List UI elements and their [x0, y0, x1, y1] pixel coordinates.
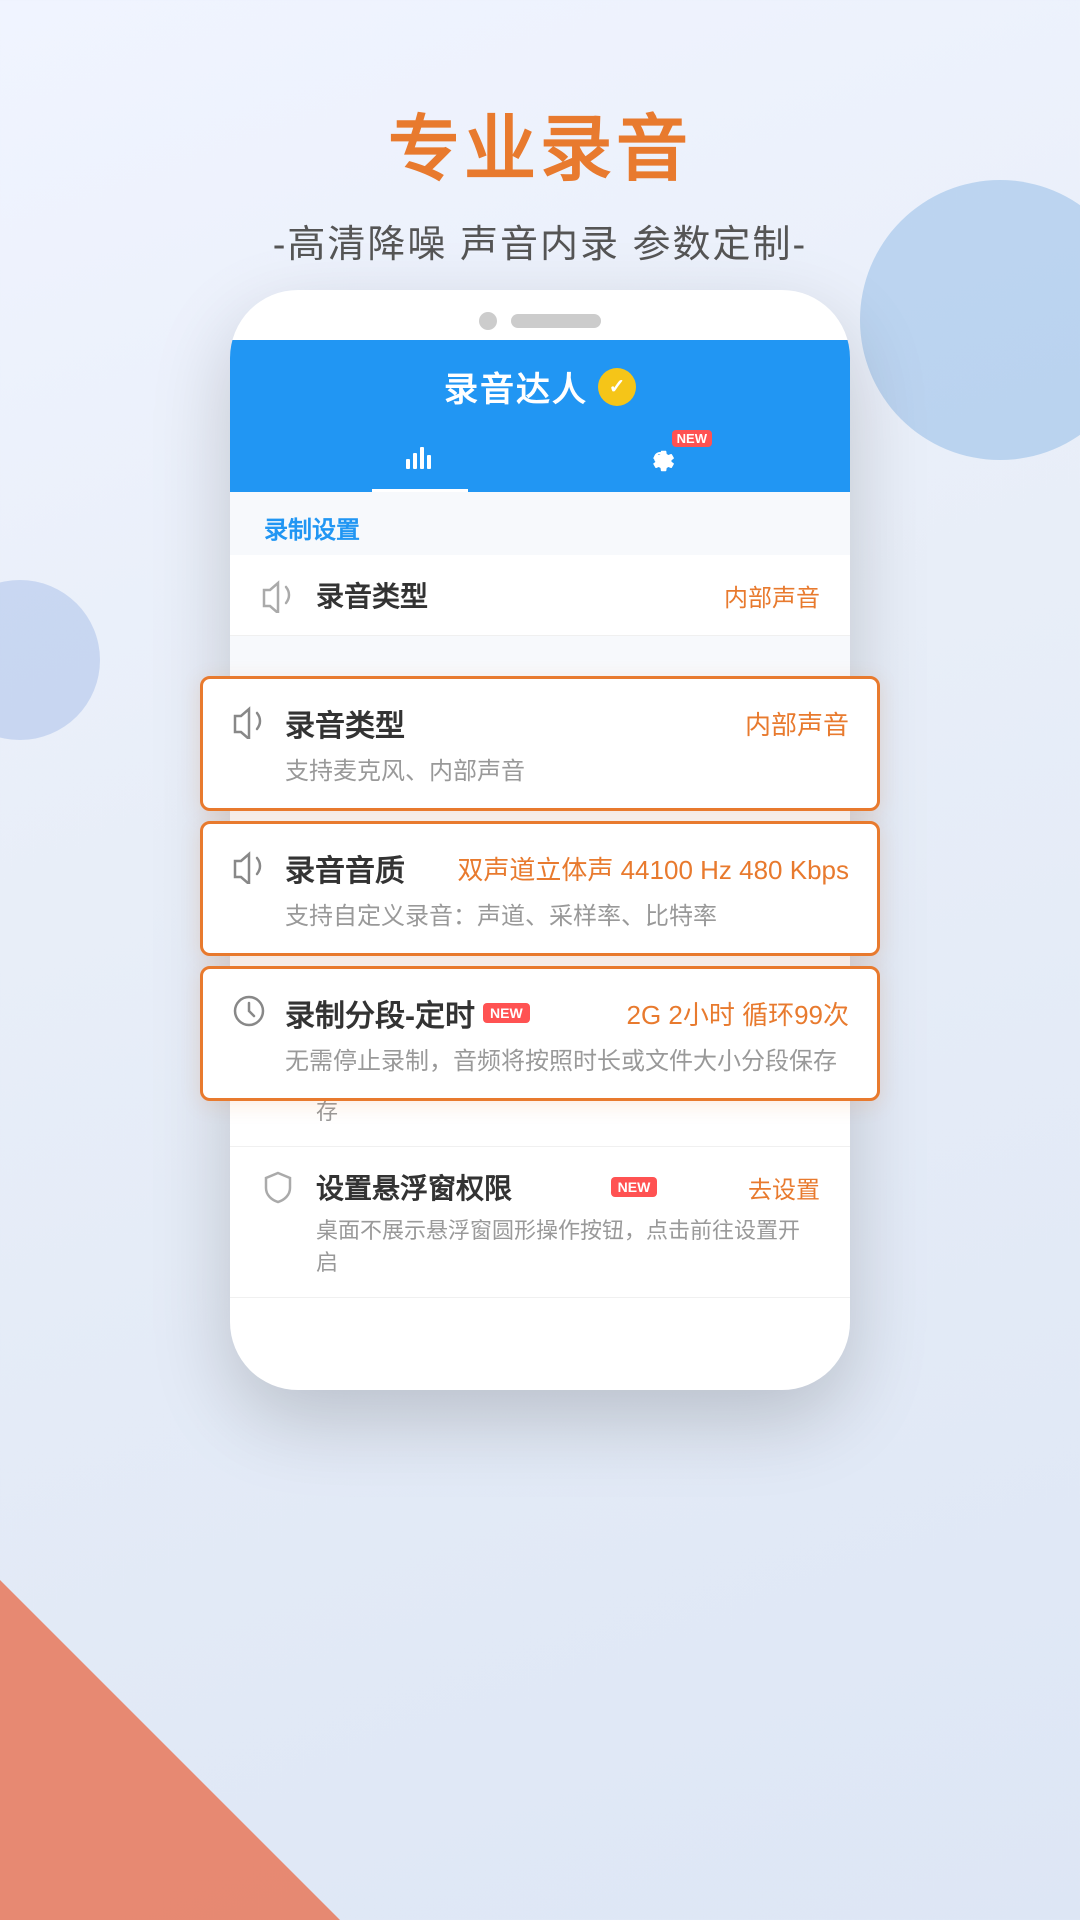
page-title: 专业录音: [0, 90, 1080, 195]
highlight-cards-overlay: 录音类型 内部声音 支持麦克风、内部声音 录音音质 双声道立体声 44100 H…: [200, 676, 880, 1111]
highlight-card-quality[interactable]: 录音音质 双声道立体声 44100 Hz 480 Kbps 支持自定义录音：声道…: [200, 821, 880, 956]
hl2-body: 录音音质 双声道立体声 44100 Hz 480 Kbps 支持自定义录音：声道…: [285, 846, 849, 931]
hl1-value: 内部声音: [745, 705, 849, 742]
speaker-icon-hl2: [231, 848, 267, 884]
section-title: 录制设置: [230, 492, 850, 555]
speaker-icon-hl1: [231, 703, 267, 739]
hl1-body: 录音类型 内部声音 支持麦克风、内部声音: [285, 701, 849, 786]
hl3-desc: 无需停止录制，音频将按照时长或文件大小分段保存: [285, 1041, 849, 1076]
hl2-title: 录音音质: [285, 846, 405, 890]
tab-settings[interactable]: NEW: [612, 430, 708, 492]
clock-icon-hl3: [231, 993, 267, 1029]
hl3-new-badge: NEW: [483, 1003, 530, 1023]
phone-mockup: 录音达人 ✓: [230, 290, 850, 1550]
hl1-desc: 支持麦克风、内部声音: [285, 751, 849, 786]
float-value: 去设置: [748, 1170, 820, 1205]
check-icon: ✓: [609, 374, 626, 399]
hl3-body: 录制分段-定时 NEW 2G 2小时 循环99次 无需停止录制，音频将按照时长或…: [285, 991, 849, 1076]
float-new-badge: NEW: [611, 1177, 658, 1197]
float-item-body: 设置悬浮窗权限 NEW 去设置 桌面不展示悬浮窗圆形操作按钮，点击前往设置开启: [316, 1167, 820, 1277]
hl3-value: 2G 2小时 循环99次: [626, 995, 849, 1032]
phone-notch: [230, 290, 850, 340]
settings-new-badge: NEW: [672, 430, 712, 447]
float-header-row: 设置悬浮窗权限 NEW 去设置: [316, 1167, 820, 1207]
shield-icon-float: [260, 1169, 296, 1205]
hl2-desc: 支持自定义录音：声道、采样率、比特率: [285, 896, 849, 931]
app-title: 录音达人: [444, 362, 588, 411]
bg-triangle: [0, 1580, 340, 1920]
float-title: 设置悬浮窗权限: [316, 1167, 512, 1207]
app-header: 录音达人 ✓: [230, 340, 850, 492]
app-nav: NEW: [260, 427, 820, 492]
tab-bars[interactable]: [372, 427, 468, 492]
float-desc: 桌面不展示悬浮窗圆形操作按钮，点击前往设置开启: [316, 1213, 820, 1277]
app-title-row: 录音达人 ✓: [260, 362, 820, 427]
hl3-header: 录制分段-定时 NEW 2G 2小时 循环99次: [285, 991, 849, 1035]
item-value-dim: 内部声音: [724, 578, 820, 613]
item-header-dim: 录音类型 内部声音: [316, 575, 820, 615]
notch-speaker: [511, 314, 601, 328]
hl3-title: 录制分段-定时: [285, 991, 475, 1035]
highlight-card-segment[interactable]: 录制分段-定时 NEW 2G 2小时 循环99次 无需停止录制，音频将按照时长或…: [200, 966, 880, 1101]
hl2-value: 双声道立体声 44100 Hz 480 Kbps: [457, 850, 849, 887]
hl1-header: 录音类型 内部声音: [285, 701, 849, 745]
highlight-card-type[interactable]: 录音类型 内部声音 支持麦克风、内部声音: [200, 676, 880, 811]
item-body-dim: 录音类型 内部声音: [316, 575, 820, 615]
settings-item-float[interactable]: 设置悬浮窗权限 NEW 去设置 桌面不展示悬浮窗圆形操作按钮，点击前往设置开启: [230, 1147, 850, 1298]
settings-item-type-dim: 录音类型 内部声音: [230, 555, 850, 636]
bg-circle-left: [0, 580, 100, 740]
speaker-icon-dim: [260, 577, 296, 613]
hl1-title: 录音类型: [285, 701, 405, 745]
verified-badge: ✓: [598, 368, 636, 406]
hl2-header: 录音音质 双声道立体声 44100 Hz 480 Kbps: [285, 846, 849, 890]
item-title-dim: 录音类型: [316, 575, 428, 615]
notch-camera: [479, 312, 497, 330]
